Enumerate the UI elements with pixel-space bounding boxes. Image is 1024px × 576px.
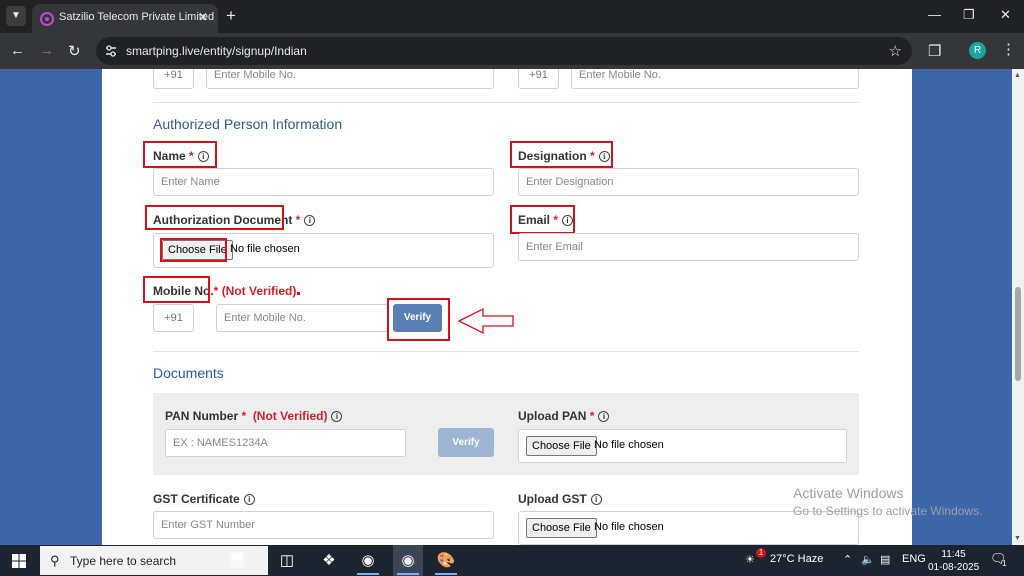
info-icon[interactable]: i bbox=[590, 494, 602, 506]
copilot-icon[interactable]: ❖ bbox=[314, 549, 344, 573]
chrome-profile-icon[interactable]: ◉ bbox=[393, 549, 423, 573]
mobile-input[interactable]: Enter Mobile No. bbox=[206, 69, 494, 89]
browser-tab[interactable]: Satzilio Telecom Private Limited ✕ bbox=[32, 4, 218, 33]
divider bbox=[153, 102, 859, 103]
weather-text[interactable]: 27°C Haze bbox=[770, 553, 823, 565]
mobile-input[interactable]: Enter Mobile No. bbox=[571, 69, 859, 89]
network-icon[interactable]: ▤ bbox=[880, 553, 890, 566]
choose-file-button[interactable]: Choose File bbox=[526, 436, 597, 456]
country-code-prefix: +91 bbox=[153, 304, 194, 332]
extensions-icon[interactable]: ❒ bbox=[928, 42, 941, 60]
activate-windows-title: Activate Windows bbox=[793, 485, 904, 501]
tab-title: Satzilio Telecom Private Limited bbox=[59, 11, 215, 23]
no-file-chosen-text: No file chosen bbox=[594, 439, 664, 451]
chrome-icon[interactable]: ◉ bbox=[353, 549, 383, 573]
browser-toolbar: ← → ↻ smartping.live/entity/signup/India… bbox=[0, 33, 1024, 69]
search-icon: ⚲ bbox=[50, 553, 60, 568]
divider bbox=[153, 351, 859, 352]
weather-icon[interactable]: ☀ bbox=[745, 553, 755, 566]
speaker-icon[interactable]: 🔈 bbox=[861, 553, 875, 566]
address-bar[interactable]: smartping.live/entity/signup/Indian ☆ bbox=[96, 37, 912, 65]
bookmark-star-icon[interactable]: ☆ bbox=[889, 42, 902, 60]
browser-tab-strip: ▼ Satzilio Telecom Private Limited ✕ + —… bbox=[0, 0, 1024, 33]
no-file-chosen-text: No file chosen bbox=[230, 243, 300, 255]
paint-icon[interactable]: 🎨 bbox=[431, 549, 461, 573]
country-code-prefix: +91 bbox=[518, 69, 559, 89]
window-close-icon[interactable]: ✕ bbox=[1000, 7, 1011, 23]
back-icon[interactable]: ← bbox=[10, 42, 25, 59]
annotation-box bbox=[510, 205, 575, 234]
annotation-arrow-icon bbox=[457, 307, 514, 335]
not-verified-status: (Not Verified) bbox=[221, 284, 297, 298]
pan-number-label: PAN Number * (Not Verified) i bbox=[165, 409, 343, 423]
tab-search-chevron-down-icon[interactable]: ▼ bbox=[6, 6, 26, 26]
minimize-icon[interactable]: — bbox=[928, 7, 941, 22]
site-settings-icon[interactable] bbox=[104, 44, 118, 58]
windows-taskbar: ⚲ Type here to search 🖥 ◫ ❖ ◉ ◉ 🎨 ☀ 1 27… bbox=[0, 545, 1024, 576]
section-title-authorized-person: Authorized Person Information bbox=[153, 116, 343, 132]
annotation-dot bbox=[297, 292, 300, 295]
verify-pan-button[interactable]: Verify bbox=[438, 428, 494, 457]
annotation-box bbox=[510, 141, 613, 168]
authorized-mobile-input[interactable]: Enter Mobile No. bbox=[216, 304, 388, 332]
info-icon[interactable]: i bbox=[304, 215, 316, 227]
scroll-down-icon[interactable]: ▼ bbox=[1014, 535, 1021, 542]
activate-windows-subtitle: Go to Settings to activate Windows. bbox=[793, 504, 983, 518]
reload-icon[interactable]: ↻ bbox=[68, 42, 81, 60]
site-favicon-icon bbox=[40, 12, 54, 26]
scroll-up-icon[interactable]: ▲ bbox=[1014, 72, 1021, 79]
designation-input[interactable]: Enter Designation bbox=[518, 168, 859, 196]
signup-form-page: +91 Enter Mobile No. +91 Enter Mobile No… bbox=[102, 69, 912, 545]
search-highlight-icon[interactable]: 🖥 bbox=[222, 549, 252, 573]
url-text: smartping.live/entity/signup/Indian bbox=[126, 44, 307, 58]
gst-number-input[interactable]: Enter GST Number bbox=[153, 511, 494, 539]
annotation-box bbox=[387, 298, 450, 341]
gst-certificate-label: GST Certificate i bbox=[153, 492, 255, 506]
notification-count: 1 bbox=[1002, 559, 1007, 568]
info-icon[interactable]: i bbox=[243, 494, 255, 506]
windows-start-icon[interactable] bbox=[12, 554, 26, 568]
clock-date: 01-08-2025 bbox=[928, 562, 980, 573]
profile-avatar[interactable]: R bbox=[969, 42, 986, 59]
email-input[interactable]: Enter Email bbox=[518, 233, 859, 261]
clock-time: 11:45 bbox=[941, 549, 966, 560]
page-scrollbar[interactable]: ▲ ▼ bbox=[1012, 69, 1024, 545]
country-code-prefix: +91 bbox=[153, 69, 194, 89]
annotation-box bbox=[143, 141, 217, 168]
no-file-chosen-text: No file chosen bbox=[594, 521, 664, 533]
taskbar-search-placeholder: Type here to search bbox=[70, 554, 177, 568]
app-running-indicator bbox=[397, 573, 419, 575]
annotation-box bbox=[145, 205, 284, 230]
language-indicator[interactable]: ENG bbox=[902, 553, 926, 565]
browser-menu-icon[interactable]: ⋮ bbox=[1001, 40, 1016, 58]
clock[interactable]: 11:45 01-08-2025 bbox=[928, 548, 979, 574]
app-running-indicator bbox=[357, 573, 379, 575]
forward-icon[interactable]: → bbox=[39, 42, 54, 59]
new-tab-plus-icon[interactable]: + bbox=[226, 6, 236, 26]
name-input[interactable]: Enter Name bbox=[153, 168, 494, 196]
section-title-documents: Documents bbox=[153, 365, 224, 381]
tab-close-icon[interactable]: ✕ bbox=[198, 10, 208, 24]
restore-icon[interactable]: ❐ bbox=[963, 7, 975, 23]
chevron-up-icon[interactable]: ⌃ bbox=[843, 553, 852, 566]
not-verified-status: (Not Verified) bbox=[252, 409, 328, 423]
annotation-box bbox=[143, 276, 210, 303]
info-icon[interactable]: i bbox=[331, 411, 343, 423]
task-view-icon[interactable]: ◫ bbox=[272, 549, 302, 573]
info-icon[interactable]: i bbox=[598, 411, 610, 423]
annotation-box bbox=[160, 238, 227, 262]
choose-file-button[interactable]: Choose File bbox=[526, 518, 597, 538]
pan-number-input[interactable]: EX : NAMES1234A bbox=[165, 429, 406, 457]
upload-pan-label: Upload PAN * i bbox=[518, 409, 610, 423]
app-running-indicator bbox=[435, 573, 457, 575]
upload-gst-label: Upload GST i bbox=[518, 492, 602, 506]
weather-badge: 1 bbox=[756, 548, 766, 558]
scrollbar-thumb[interactable] bbox=[1015, 287, 1021, 381]
